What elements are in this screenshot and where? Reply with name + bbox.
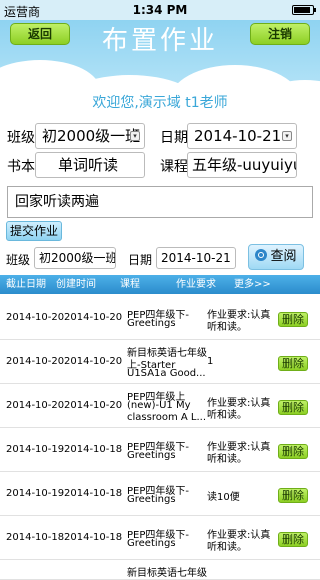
delete-button[interactable]: 删除	[278, 312, 308, 327]
header-course: 课程	[120, 279, 140, 290]
class-select[interactable]: 初2000级一班 ▾	[35, 123, 145, 149]
delete-button[interactable]: 删除	[278, 356, 308, 371]
back-button[interactable]: 返回	[10, 23, 70, 45]
due-date-cell: 2014-10-20	[6, 356, 65, 367]
created-date-cell: 2014-10-18	[64, 488, 123, 499]
course-cell-line: U1SA1a Good...	[127, 368, 206, 379]
battery-icon	[292, 5, 316, 15]
book-label: 书本	[7, 159, 35, 175]
due-date-cell: 2014-10-19	[6, 444, 65, 455]
status-time: 1:34 PM	[132, 3, 188, 17]
due-date-cell: 2014-10-20	[6, 400, 65, 411]
requirement-cell-line: 听和读。	[207, 410, 247, 421]
created-date-cell: 2014-10-20	[64, 400, 123, 411]
due-date-cell: 2014-10-20	[6, 312, 65, 323]
search-button-label: 查阅	[270, 249, 297, 264]
homework-input[interactable]: 回家听读两遍	[7, 186, 313, 218]
table-row[interactable]: 2014-10-18 2014-10-18 PEP四年级下- Greetings 作业要…	[0, 516, 320, 560]
logout-button[interactable]: 注销	[250, 23, 310, 45]
course-cell-line: Greetings	[127, 450, 176, 461]
created-date-cell: 2014-10-18	[64, 532, 123, 543]
requirement-cell-line: 1	[207, 356, 214, 367]
submit-homework-button[interactable]: 提交作业	[6, 221, 62, 241]
welcome-text: 欢迎您,演示域 t1老师	[92, 95, 228, 111]
header-more-link[interactable]: 更多>>	[234, 275, 271, 294]
course-select-value: 五年级-uuyuiyu	[192, 156, 297, 174]
table-header: 截止日期 创建时间 课程 作业要求 更多>>	[0, 275, 320, 294]
course-cell-line: Greetings	[127, 318, 176, 329]
course-cell-line: Greetings	[127, 494, 176, 505]
course-cell-line: (new)-U1 My	[127, 400, 191, 411]
search-class-label: 班级	[6, 253, 31, 267]
search-class-select[interactable]: 初2000级一班	[34, 247, 116, 269]
search-date-label: 日期	[128, 253, 153, 267]
delete-button[interactable]: 删除	[278, 400, 308, 415]
header-requirement: 作业要求	[176, 279, 216, 290]
requirement-cell-line: 读10便	[207, 492, 240, 503]
date-label: 日期	[160, 130, 188, 146]
header: 布置作业 返回 注销	[0, 20, 320, 130]
class-label: 班级	[7, 130, 35, 146]
table-row[interactable]: 2014-10-20 2014-10-20 PEP四年级上 (new)-U1 My cl…	[0, 384, 320, 428]
date-select-value: 2014-10-21	[194, 127, 282, 145]
requirement-cell-line: 听和读。	[207, 454, 247, 465]
header-due-date: 截止日期	[6, 279, 46, 290]
header-created-time: 创建时间	[56, 279, 96, 290]
table-row[interactable]: 新目标英语七年级	[0, 560, 320, 580]
search-button[interactable]: 查阅	[248, 244, 304, 270]
due-date-cell: 2014-10-18	[6, 532, 65, 543]
course-cell-line: Greetings	[127, 538, 176, 549]
course-cell-line: classroom A L...	[127, 412, 206, 423]
due-date-cell: 2014-10-19	[6, 488, 65, 499]
table-row[interactable]: 2014-10-19 2014-10-18 PEP四年级下- Greetings 作业要…	[0, 428, 320, 472]
table-row[interactable]: 2014-10-20 2014-10-20 PEP四年级下- Greetings 作业要…	[0, 296, 320, 340]
dropdown-arrow-icon: ▾	[282, 131, 292, 141]
delete-button[interactable]: 删除	[278, 532, 308, 547]
book-select-value: 单词听读	[58, 156, 119, 174]
table-row[interactable]: 2014-10-20 2014-10-20 新目标英语七年级 上-Starter U1S…	[0, 340, 320, 384]
requirement-cell-line: 听和读。	[207, 542, 247, 553]
table-row[interactable]: 2014-10-19 2014-10-18 PEP四年级下- Greetings 读10…	[0, 472, 320, 516]
search-icon	[255, 249, 268, 261]
date-select[interactable]: 2014-10-21 ▾	[187, 123, 297, 149]
course-select[interactable]: 五年级-uuyuiyu	[187, 152, 297, 178]
created-date-cell: 2014-10-20	[64, 312, 123, 323]
book-select[interactable]: 单词听读	[35, 152, 145, 178]
course-cell-line: 新目标英语七年级	[127, 568, 207, 579]
created-date-cell: 2014-10-20	[64, 356, 123, 367]
course-label: 课程	[160, 159, 188, 175]
created-date-cell: 2014-10-18	[64, 444, 123, 455]
requirement-cell-line: 听和读。	[207, 322, 247, 333]
class-select-value: 初2000级一班	[42, 127, 141, 145]
delete-button[interactable]: 删除	[278, 488, 308, 503]
search-date-select[interactable]: 2014-10-21	[156, 247, 236, 269]
dropdown-arrow-icon: ▾	[130, 131, 140, 141]
status-bar: 运营商 1:34 PM	[0, 0, 320, 20]
delete-button[interactable]: 删除	[278, 444, 308, 459]
